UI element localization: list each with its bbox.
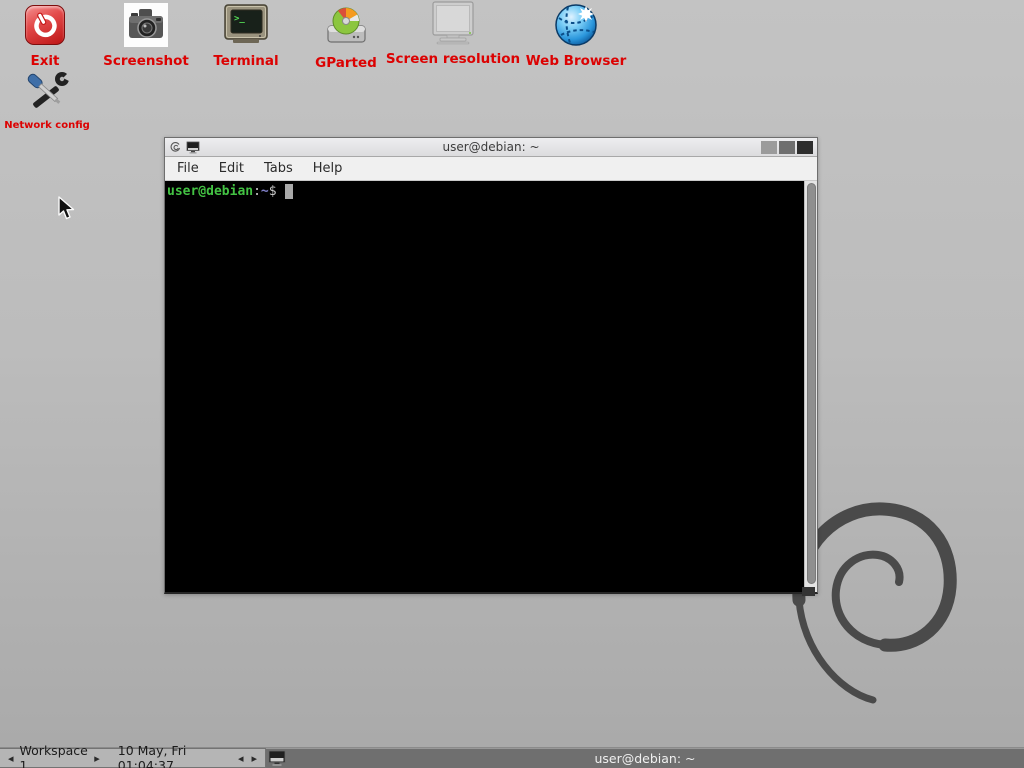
desktop-icon-screenshot[interactable]: Screenshot [100,2,192,69]
window-title: user@debian: ~ [239,140,743,154]
prompt-symbol: $ [269,184,277,199]
close-button[interactable] [797,141,813,154]
desktop-icon-screen-resolution[interactable]: Screen resolution [385,0,521,67]
prompt-separator: : [253,184,261,199]
desktop-icon-label: Terminal [213,55,278,69]
terminal-mini-icon [186,141,200,154]
terminal-menubar: File Edit Tabs Help [165,157,817,181]
desktop-icon-label: Screen resolution [386,53,520,67]
desktop-icon-gparted[interactable]: GParted [301,4,391,71]
terminal-prompt-line[interactable]: user@debian:~$ [165,181,804,592]
pager-prev-arrow[interactable]: ◂ [234,753,248,764]
desktop-icon-label: Network config [4,121,90,131]
crt-terminal-icon: >_ [223,2,269,48]
desktop-icon-label: GParted [315,57,377,71]
desktop-icon-label: Exit [30,55,59,69]
monitor-icon [429,0,477,46]
taskbar-clock: 10 May, Fri 01:04:37 [104,743,234,768]
menu-tabs[interactable]: Tabs [254,158,303,179]
tools-icon [23,68,71,114]
taskbar-task-area: user@debian: ~ [266,748,1024,768]
prompt-user-host: user@debian [167,184,253,199]
taskbar-left-section: ◂ Workspace 1 ▸ 10 May, Fri 01:04:37 ◂ ▸ [0,748,266,768]
desktop-icon-network-config[interactable]: Network config [1,68,93,131]
minimize-button[interactable] [761,141,777,154]
scrollbar-thumb[interactable] [807,183,816,584]
desktop-icon-label: Screenshot [103,55,189,69]
taskbar: ◂ Workspace 1 ▸ 10 May, Fri 01:04:37 ◂ ▸… [0,747,1024,768]
pager-next-arrow[interactable]: ▸ [247,753,261,764]
camera-icon [124,2,168,48]
terminal-content[interactable]: user@debian:~$ [165,181,817,592]
terminal-cursor [285,184,293,199]
active-task-button[interactable]: user@debian: ~ [266,751,1024,766]
desktop-icon-terminal[interactable]: >_ Terminal [201,2,291,69]
desktop-icon-exit[interactable]: Exit [0,2,90,69]
terminal-window: user@debian: ~ File Edit Tabs Help user@… [164,137,818,594]
prompt-path: ~ [261,184,269,199]
menu-edit[interactable]: Edit [209,158,254,179]
menu-help[interactable]: Help [303,158,353,179]
globe-icon [554,2,598,48]
svg-text:>_: >_ [234,14,245,24]
mouse-pointer [57,196,79,222]
power-icon [25,2,65,48]
terminal-titlebar[interactable]: user@debian: ~ [165,138,817,157]
disk-partition-icon [324,4,368,50]
desktop-icon-label: Web Browser [526,55,626,69]
terminal-scrollbar[interactable] [804,181,817,592]
maximize-button[interactable] [779,141,795,154]
workspace-next-arrow[interactable]: ▸ [90,753,104,764]
desktop-icon-web-browser[interactable]: Web Browser [522,2,630,69]
workspace-prev-arrow[interactable]: ◂ [4,753,18,764]
menu-file[interactable]: File [167,158,209,179]
resize-grip[interactable] [802,587,815,596]
workspace-label[interactable]: Workspace 1 [18,743,91,768]
debian-swirl-icon [169,141,182,154]
